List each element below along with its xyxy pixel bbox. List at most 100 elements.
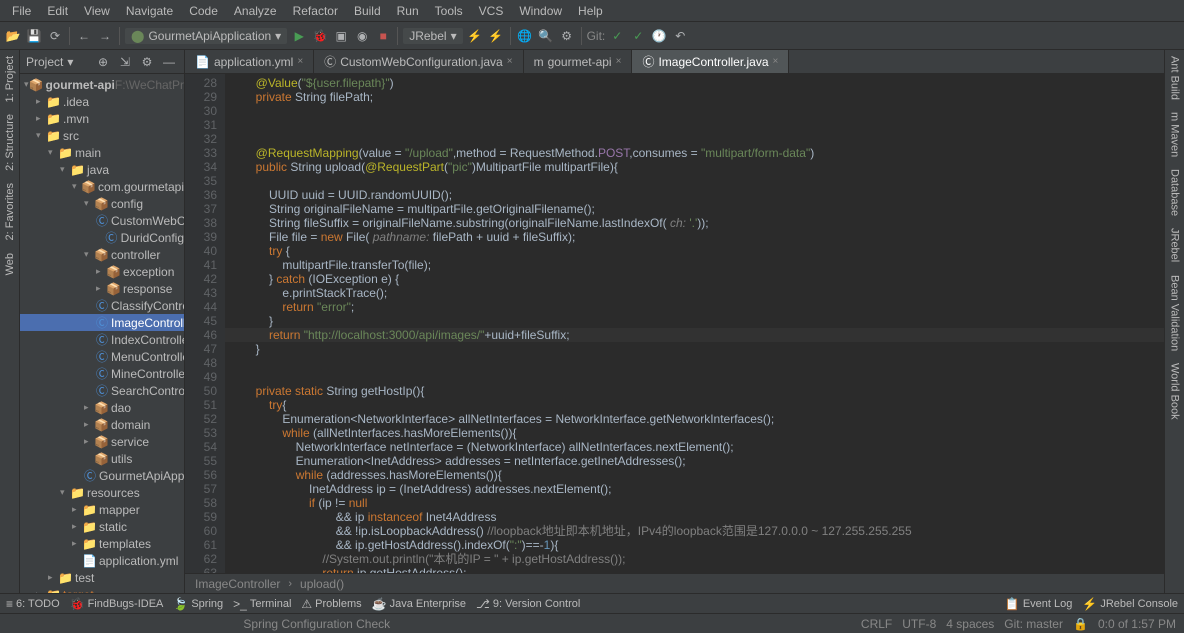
tree-node[interactable]: ▸📦exception — [20, 263, 184, 280]
code-editor[interactable]: 2829303132333435363738394041424344454647… — [185, 74, 1164, 573]
jrebel-debug-icon[interactable]: ⚡ — [487, 27, 505, 45]
tree-node[interactable]: ▸📦domain — [20, 416, 184, 433]
git-revert-icon[interactable]: ↶ — [671, 27, 689, 45]
menu-tools[interactable]: Tools — [427, 2, 471, 20]
breadcrumb-item[interactable]: upload() — [300, 577, 344, 591]
bottom-tool[interactable]: >_Terminal — [233, 597, 291, 611]
tree-node[interactable]: ▾📁src — [20, 127, 184, 144]
bottom-tool[interactable]: ≡6: TODO — [6, 597, 60, 611]
tree-node[interactable]: ▸📦dao — [20, 399, 184, 416]
back-icon[interactable]: ← — [75, 27, 93, 45]
bottom-tool[interactable]: ☕Java Enterprise — [372, 597, 466, 611]
jrebel-selector[interactable]: JRebel ▾ — [403, 28, 462, 44]
open-icon[interactable]: 📂 — [4, 27, 22, 45]
tree-node[interactable]: ▸📁static — [20, 518, 184, 535]
git-update-icon[interactable]: ✓ — [608, 27, 626, 45]
git-branch[interactable]: Git: master — [1004, 617, 1063, 631]
menu-file[interactable]: File — [4, 2, 39, 20]
search-icon[interactable]: 🔍 — [537, 27, 555, 45]
debug-icon[interactable]: 🐞 — [311, 27, 329, 45]
menu-run[interactable]: Run — [389, 2, 427, 20]
tree-node[interactable]: 📦utils — [20, 450, 184, 467]
fwd-icon[interactable]: → — [96, 27, 114, 45]
encoding[interactable]: UTF-8 — [902, 617, 936, 631]
tree-node[interactable]: ⒸDuridConfig — [20, 229, 184, 246]
locate-icon[interactable]: ⊕ — [94, 53, 112, 71]
editor-tab[interactable]: ⒸCustomWebConfiguration.java× — [314, 50, 523, 73]
tree-node[interactable]: ▸📁test — [20, 569, 184, 586]
tree-node[interactable]: ▸📁templates — [20, 535, 184, 552]
browser-icon[interactable]: 🌐 — [516, 27, 534, 45]
right-tab[interactable]: JRebel — [1167, 222, 1183, 268]
menu-navigate[interactable]: Navigate — [118, 2, 181, 20]
tree-node[interactable]: ▾📁java — [20, 161, 184, 178]
hide-icon[interactable]: — — [160, 53, 178, 71]
tree-node[interactable]: ▾📦com.gourmetapi — [20, 178, 184, 195]
menu-build[interactable]: Build — [346, 2, 389, 20]
menu-edit[interactable]: Edit — [39, 2, 76, 20]
editor-tab[interactable]: ⒸImageController.java× — [632, 50, 789, 73]
editor-tab[interactable]: 📄application.yml× — [185, 50, 314, 73]
tree-node[interactable]: ⒸSearchController — [20, 382, 184, 399]
bottom-tool[interactable]: ⎇9: Version Control — [476, 597, 580, 611]
git-history-icon[interactable]: 🕐 — [650, 27, 668, 45]
coverage-icon[interactable]: ▣ — [332, 27, 350, 45]
menu-code[interactable]: Code — [181, 2, 226, 20]
dropdown-icon[interactable]: ▾ — [67, 55, 73, 69]
bottom-tool-right[interactable]: ⚡JRebel Console — [1082, 597, 1178, 611]
run-config-selector[interactable]: ⬤GourmetApiApplication ▾ — [125, 28, 287, 44]
tree-node[interactable]: ⒸGourmetApiApplication — [20, 467, 184, 484]
gear-icon[interactable]: ⚙ — [138, 53, 156, 71]
git-commit-icon[interactable]: ✓ — [629, 27, 647, 45]
refresh-icon[interactable]: ⟳ — [46, 27, 64, 45]
save-icon[interactable]: 💾 — [25, 27, 43, 45]
code-content[interactable]: @Value("${user.filepath}") private Strin… — [225, 74, 1164, 573]
tree-node[interactable]: ▸📁mapper — [20, 501, 184, 518]
indent[interactable]: 4 spaces — [946, 617, 994, 631]
bottom-tool[interactable]: ⚠Problems — [301, 597, 361, 611]
tree-node[interactable]: ▸📁.idea — [20, 93, 184, 110]
editor-tab[interactable]: mgourmet-api× — [524, 50, 633, 73]
left-tab[interactable]: 2: Favorites — [2, 177, 18, 246]
right-tab[interactable]: World Book — [1167, 357, 1183, 426]
run-icon[interactable]: ▶ — [290, 27, 308, 45]
tree-node[interactable]: ▾📦config — [20, 195, 184, 212]
tree-node[interactable]: ▸📁.mvn — [20, 110, 184, 127]
tree-node[interactable]: 📄application.yml — [20, 552, 184, 569]
jrebel-run-icon[interactable]: ⚡ — [466, 27, 484, 45]
settings-icon[interactable]: ⚙ — [558, 27, 576, 45]
menu-window[interactable]: Window — [511, 2, 570, 20]
lock-icon[interactable]: 🔒 — [1073, 617, 1088, 631]
project-view-label[interactable]: Project — [26, 55, 63, 69]
tree-node[interactable]: ⒸIndexController — [20, 331, 184, 348]
menu-view[interactable]: View — [76, 2, 118, 20]
menu-analyze[interactable]: Analyze — [226, 2, 285, 20]
bottom-tool[interactable]: 🍃Spring — [173, 597, 223, 611]
tree-root[interactable]: ▾📦gourmet-api F:\WeChatProgram\gourm — [20, 76, 184, 93]
stop-icon[interactable]: ■ — [374, 27, 392, 45]
bottom-tool[interactable]: 🐞FindBugs-IDEA — [70, 597, 164, 611]
collapse-icon[interactable]: ⇲ — [116, 53, 134, 71]
menu-refactor[interactable]: Refactor — [285, 2, 346, 20]
tree-node[interactable]: ⒸClassifyController — [20, 297, 184, 314]
left-tab[interactable]: 1: Project — [2, 50, 18, 108]
tree-node[interactable]: ▸📁target — [20, 586, 184, 593]
right-tab[interactable]: Bean Validation — [1167, 269, 1183, 357]
right-tab[interactable]: m Maven — [1167, 106, 1183, 163]
tree-node[interactable]: ▸📦service — [20, 433, 184, 450]
tree-node[interactable]: ⒸCustomWebConfigura — [20, 212, 184, 229]
line-sep[interactable]: CRLF — [861, 617, 892, 631]
breadcrumb-item[interactable]: ImageController — [195, 577, 280, 591]
right-tab[interactable]: Ant Build — [1167, 50, 1183, 106]
left-tab[interactable]: Web — [2, 247, 18, 281]
right-tab[interactable]: Database — [1167, 163, 1183, 222]
tree-node[interactable]: ▾📁main — [20, 144, 184, 161]
tree-node[interactable]: ⒸMenuController — [20, 348, 184, 365]
tree-node[interactable]: ▾📁resources — [20, 484, 184, 501]
menu-help[interactable]: Help — [570, 2, 611, 20]
bottom-tool-right[interactable]: 📋Event Log — [1005, 597, 1073, 611]
profile-icon[interactable]: ◉ — [353, 27, 371, 45]
left-tab[interactable]: 2: Structure — [2, 108, 18, 177]
tree-node[interactable]: ⒸImageController — [20, 314, 184, 331]
tree-node[interactable]: ▾📦controller — [20, 246, 184, 263]
